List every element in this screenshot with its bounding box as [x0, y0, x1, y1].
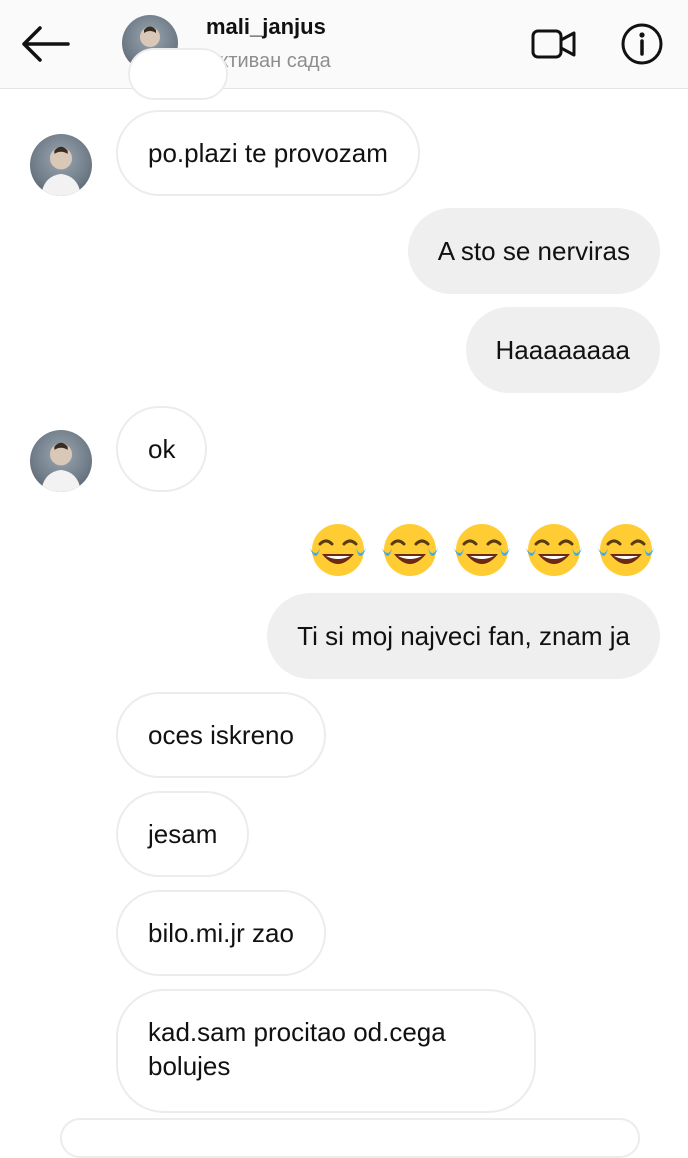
video-call-button[interactable]: [530, 24, 578, 64]
message-thread[interactable]: po.plazi te provozam A sto se nerviras H…: [0, 48, 688, 1158]
message-bubble-outgoing[interactable]: Ti si moj najveci fan, znam ja: [267, 593, 660, 679]
info-icon: [621, 23, 663, 65]
message-bubble-incoming[interactable]: po.plazi te provozam: [116, 110, 420, 196]
message-text: Ti si moj najveci fan, znam ja: [297, 621, 630, 651]
emoji-message[interactable]: [306, 518, 658, 582]
message-text: kad.sam procitao od.cega: [148, 1017, 446, 1047]
tears-of-joy-emoji-icon: [598, 524, 654, 576]
message-text: A sto se nerviras: [437, 236, 630, 266]
avatar: [30, 134, 92, 196]
tears-of-joy-emoji-icon: [454, 524, 510, 576]
chat-username[interactable]: mali_janjus: [206, 14, 326, 40]
message-text: ok: [148, 434, 176, 464]
message-bubble-outgoing[interactable]: Haaaaaaaa: [465, 307, 660, 393]
message-text: bilo.mi.jr zao: [148, 918, 294, 948]
info-button[interactable]: [618, 20, 666, 68]
message-bubble-incoming[interactable]: ok: [116, 406, 208, 492]
message-bubble-outgoing[interactable]: A sto se nerviras: [407, 208, 660, 294]
message-bubble-incoming[interactable]: bilo.mi.jr zao: [116, 890, 326, 976]
message-text: jesam: [148, 819, 218, 849]
tears-of-joy-emoji-icon: [526, 524, 582, 576]
message-text: bolujes: [148, 1051, 231, 1081]
message-bubble-incoming[interactable]: jesam: [116, 791, 250, 877]
avatar: [30, 430, 92, 492]
chat-header: mali_janjus Активан сада: [0, 0, 688, 89]
previous-message-bubble: [128, 48, 228, 100]
message-text: oces iskreno: [148, 720, 294, 750]
tears-of-joy-emoji-icon: [310, 524, 366, 576]
tears-of-joy-emoji-icon: [382, 524, 438, 576]
message-text: po.plazi te provozam: [148, 138, 388, 168]
message-text: Haaaaaaaa: [495, 335, 630, 365]
arrow-left-icon: [22, 26, 70, 62]
next-message-bubble: [60, 1118, 640, 1158]
message-bubble-incoming[interactable]: kad.sam procitao od.cega bolujes: [116, 989, 536, 1113]
back-button[interactable]: [18, 22, 74, 66]
video-camera-icon: [531, 29, 576, 59]
message-bubble-incoming[interactable]: oces iskreno: [116, 692, 326, 778]
